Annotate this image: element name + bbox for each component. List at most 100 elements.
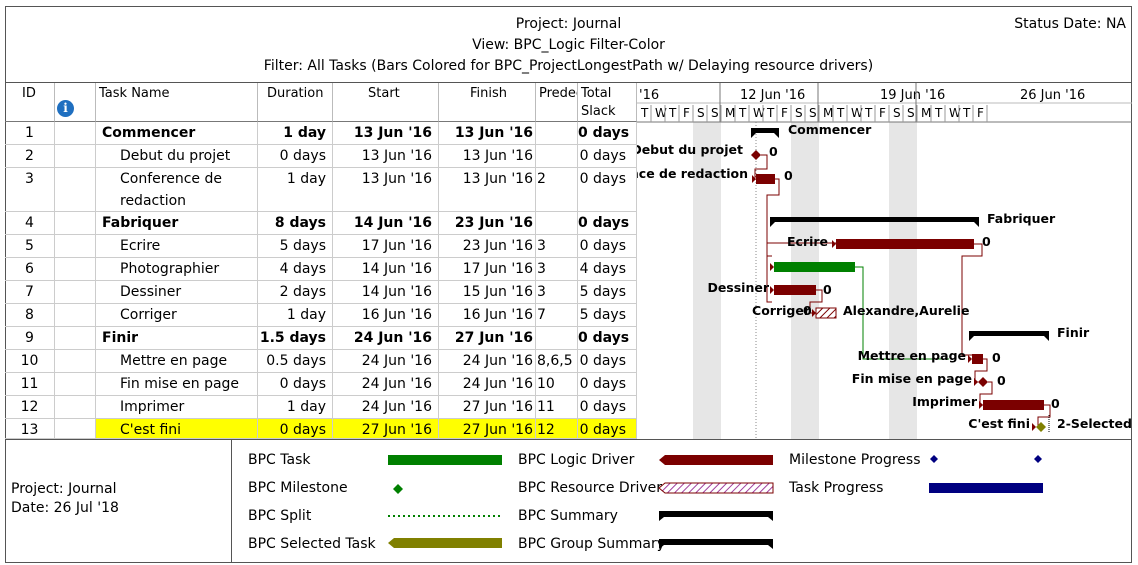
row-finish-cell[interactable]: 24 Jun '16: [439, 373, 536, 396]
row-slack-cell[interactable]: 0 days: [578, 419, 637, 439]
row-slack-cell[interactable]: 5 days: [578, 281, 637, 304]
row-predecessors-cell[interactable]: 3: [536, 281, 578, 304]
row-predecessors-cell[interactable]: 12: [536, 419, 578, 439]
row-predecessors-cell[interactable]: 3: [536, 235, 578, 258]
row-id-cell[interactable]: 2: [5, 145, 55, 168]
row-duration-cell[interactable]: 0 days: [258, 419, 333, 439]
row-indicator-cell[interactable]: [55, 419, 96, 439]
row-predecessors-cell[interactable]: 8,6,5: [536, 350, 578, 373]
col-header-start[interactable]: Start: [333, 83, 439, 122]
row-id-cell[interactable]: 5: [5, 235, 55, 258]
row-task-name-cell[interactable]: C'est fini: [96, 419, 258, 439]
row-task-name-cell[interactable]: Photographier: [96, 258, 258, 281]
col-header-finish[interactable]: Finish: [439, 83, 536, 122]
row-slack-cell[interactable]: 4 days: [578, 258, 637, 281]
row-duration-cell[interactable]: 1 day: [258, 304, 333, 327]
row-finish-cell[interactable]: 27 Jun '16: [439, 419, 536, 439]
row-indicator-cell[interactable]: [55, 212, 96, 235]
row-finish-cell[interactable]: 15 Jun '16: [439, 281, 536, 304]
row-task-name-cell[interactable]: Commencer: [96, 122, 258, 145]
row-id-cell[interactable]: 3: [5, 168, 55, 212]
row-finish-cell[interactable]: 16 Jun '16: [439, 304, 536, 327]
row-indicator-cell[interactable]: [55, 304, 96, 327]
row-duration-cell[interactable]: 1 day: [258, 396, 333, 419]
row-start-cell[interactable]: 24 Jun '16: [333, 350, 439, 373]
row-task-name-cell[interactable]: Fabriquer: [96, 212, 258, 235]
row-predecessors-cell[interactable]: 7: [536, 304, 578, 327]
row-finish-cell[interactable]: 13 Jun '16: [439, 122, 536, 145]
row-slack-cell[interactable]: 0 days: [578, 373, 637, 396]
row-id-cell[interactable]: 11: [5, 373, 55, 396]
row-slack-cell[interactable]: 0 days: [578, 327, 637, 350]
row-finish-cell[interactable]: 27 Jun '16: [439, 396, 536, 419]
row-id-cell[interactable]: 9: [5, 327, 55, 350]
row-slack-cell[interactable]: 0 days: [578, 145, 637, 168]
row-id-cell[interactable]: 1: [5, 122, 55, 145]
row-predecessors-cell[interactable]: 10: [536, 373, 578, 396]
row-predecessors-cell[interactable]: 2: [536, 168, 578, 212]
row-slack-cell[interactable]: 0 days: [578, 122, 637, 145]
row-start-cell[interactable]: 13 Jun '16: [333, 168, 439, 212]
row-start-cell[interactable]: 16 Jun '16: [333, 304, 439, 327]
row-duration-cell[interactable]: 4 days: [258, 258, 333, 281]
row-indicator-cell[interactable]: [55, 396, 96, 419]
row-duration-cell[interactable]: 0.5 days: [258, 350, 333, 373]
row-predecessors-cell[interactable]: [536, 122, 578, 145]
row-indicator-cell[interactable]: [55, 145, 96, 168]
row-predecessors-cell[interactable]: [536, 145, 578, 168]
row-task-name-cell[interactable]: Finir: [96, 327, 258, 350]
col-header-total-slack[interactable]: Total Slack: [578, 83, 637, 122]
row-finish-cell[interactable]: 24 Jun '16: [439, 350, 536, 373]
row-duration-cell[interactable]: 1.5 days: [258, 327, 333, 350]
row-task-name-cell[interactable]: Dessiner: [96, 281, 258, 304]
row-slack-cell[interactable]: 0 days: [578, 235, 637, 258]
row-indicator-cell[interactable]: [55, 281, 96, 304]
row-id-cell[interactable]: 6: [5, 258, 55, 281]
row-id-cell[interactable]: 8: [5, 304, 55, 327]
row-predecessors-cell[interactable]: [536, 327, 578, 350]
col-header-task-name[interactable]: Task Name: [96, 83, 258, 122]
row-predecessors-cell[interactable]: 11: [536, 396, 578, 419]
row-task-name-cell[interactable]: Fin mise en page: [96, 373, 258, 396]
row-predecessors-cell[interactable]: [536, 212, 578, 235]
row-indicator-cell[interactable]: [55, 327, 96, 350]
row-duration-cell[interactable]: 1 day: [258, 168, 333, 212]
row-start-cell[interactable]: 24 Jun '16: [333, 327, 439, 350]
row-id-cell[interactable]: 4: [5, 212, 55, 235]
row-duration-cell[interactable]: 5 days: [258, 235, 333, 258]
row-finish-cell[interactable]: 23 Jun '16: [439, 212, 536, 235]
row-start-cell[interactable]: 13 Jun '16: [333, 145, 439, 168]
row-task-name-cell[interactable]: Corriger: [96, 304, 258, 327]
row-task-name-cell[interactable]: Mettre en page: [96, 350, 258, 373]
row-start-cell[interactable]: 14 Jun '16: [333, 258, 439, 281]
row-slack-cell[interactable]: 5 days: [578, 304, 637, 327]
row-id-cell[interactable]: 12: [5, 396, 55, 419]
col-header-id[interactable]: ID: [5, 83, 55, 122]
row-start-cell[interactable]: 14 Jun '16: [333, 212, 439, 235]
row-start-cell[interactable]: 13 Jun '16: [333, 122, 439, 145]
row-duration-cell[interactable]: 1 day: [258, 122, 333, 145]
row-slack-cell[interactable]: 0 days: [578, 350, 637, 373]
row-duration-cell[interactable]: 2 days: [258, 281, 333, 304]
row-finish-cell[interactable]: 27 Jun '16: [439, 327, 536, 350]
row-indicator-cell[interactable]: [55, 373, 96, 396]
row-indicator-cell[interactable]: [55, 168, 96, 212]
row-slack-cell[interactable]: 0 days: [578, 396, 637, 419]
row-finish-cell[interactable]: 13 Jun '16: [439, 145, 536, 168]
row-slack-cell[interactable]: 0 days: [578, 212, 637, 235]
row-indicator-cell[interactable]: [55, 258, 96, 281]
row-indicator-cell[interactable]: [55, 235, 96, 258]
row-slack-cell[interactable]: 0 days: [578, 168, 637, 212]
row-finish-cell[interactable]: 17 Jun '16: [439, 258, 536, 281]
row-id-cell[interactable]: 7: [5, 281, 55, 304]
row-duration-cell[interactable]: 0 days: [258, 145, 333, 168]
row-duration-cell[interactable]: 8 days: [258, 212, 333, 235]
row-indicator-cell[interactable]: [55, 350, 96, 373]
row-id-cell[interactable]: 10: [5, 350, 55, 373]
row-start-cell[interactable]: 27 Jun '16: [333, 419, 439, 439]
row-start-cell[interactable]: 14 Jun '16: [333, 281, 439, 304]
col-header-duration[interactable]: Duration: [258, 83, 333, 122]
row-start-cell[interactable]: 17 Jun '16: [333, 235, 439, 258]
row-id-cell[interactable]: 13: [5, 419, 55, 439]
row-task-name-cell[interactable]: Debut du projet: [96, 145, 258, 168]
